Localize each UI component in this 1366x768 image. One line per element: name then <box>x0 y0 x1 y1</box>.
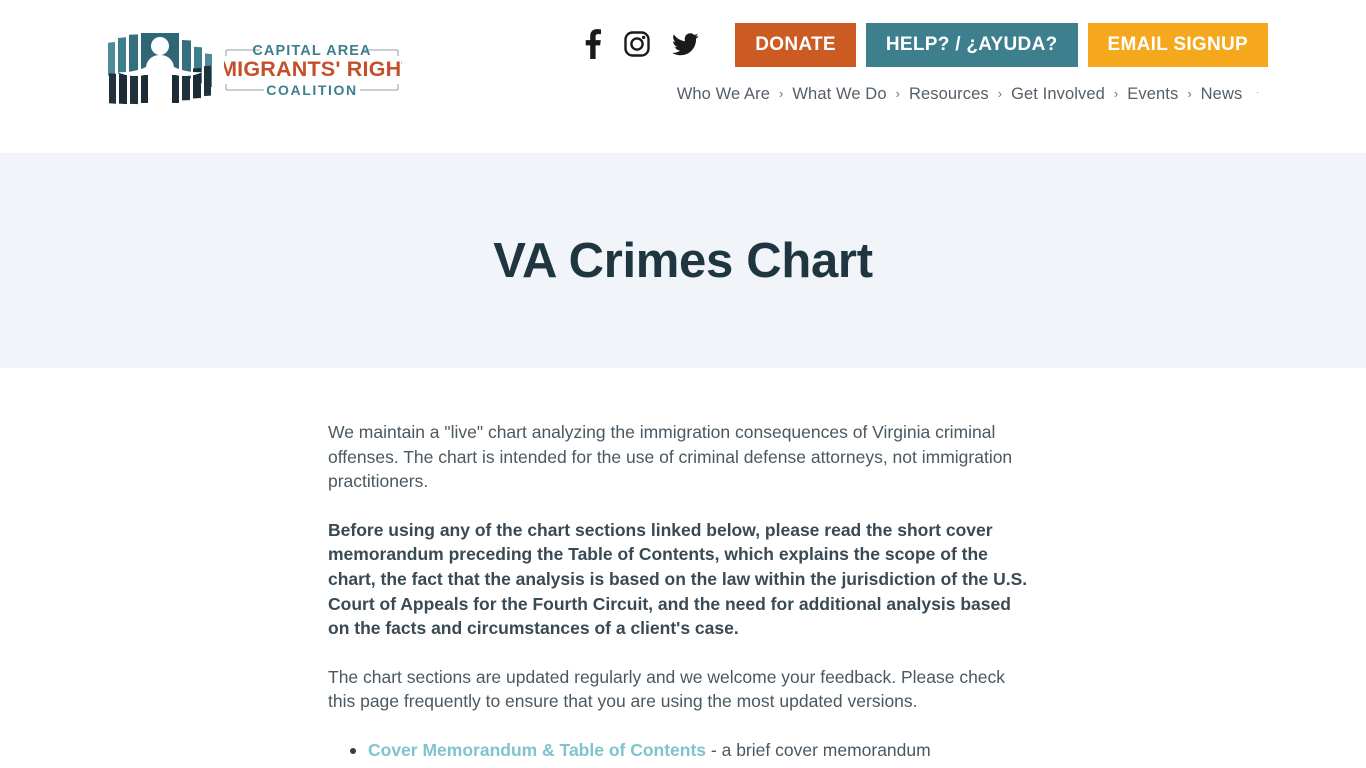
twitter-icon[interactable] <box>672 32 699 56</box>
nav-item-resources[interactable]: Resources <box>909 85 989 104</box>
nav-item-events[interactable]: Events <box>1127 85 1178 104</box>
logo-wordmark: CAPITAL AREA IMMIGRANTS' RIGHTS COALITIO… <box>224 43 402 98</box>
site-header: CAPITAL AREA IMMIGRANTS' RIGHTS COALITIO… <box>0 0 1366 153</box>
donate-button[interactable]: DONATE <box>735 23 856 67</box>
email-signup-button[interactable]: EMAIL SIGNUP <box>1087 23 1268 67</box>
nav-separator-clipped-icon: · <box>1256 87 1259 97</box>
update-paragraph: The chart sections are updated regularly… <box>328 666 1006 712</box>
main-navigation: Who We Are › What We Do › Resources › Ge… <box>677 85 1268 104</box>
list-item: Cover Memorandum & Table of Contents - a… <box>328 738 1028 763</box>
nav-item-get-involved[interactable]: Get Involved <box>1011 85 1105 104</box>
nav-item-what-we-do[interactable]: What We Do <box>792 85 886 104</box>
nav-item-news[interactable]: News <box>1201 85 1243 104</box>
instagram-icon[interactable] <box>624 31 650 57</box>
page-title: VA Crimes Chart <box>493 233 873 288</box>
hero-banner: VA Crimes Chart <box>0 153 1366 368</box>
help-ayuda-button[interactable]: HELP? / ¿AYUDA? <box>865 23 1078 67</box>
logo-line-3: COALITION <box>266 82 357 98</box>
header-right-cluster: DONATE HELP? / ¿AYUDA? EMAIL SIGNUP Who … <box>584 23 1268 104</box>
nav-separator-icon: › <box>997 86 1003 101</box>
notice-paragraph: Before using any of the chart sections l… <box>328 519 1028 639</box>
nav-item-who-we-are[interactable]: Who We Are <box>677 85 770 104</box>
logo-mark-icon <box>108 33 212 105</box>
list-item-description: - a brief cover memorandum <box>706 739 931 760</box>
nav-separator-icon: › <box>895 86 900 101</box>
page-content: We maintain a "live" chart analyzing the… <box>0 368 1366 763</box>
chart-sections-list: Cover Memorandum & Table of Contents - a… <box>328 738 1028 763</box>
social-links <box>584 29 699 61</box>
logo-line-2: IMMIGRANTS' RIGHTS <box>224 57 402 81</box>
facebook-icon[interactable] <box>584 29 602 59</box>
nav-separator-icon: › <box>1187 86 1192 101</box>
site-logo[interactable]: CAPITAL AREA IMMIGRANTS' RIGHTS COALITIO… <box>106 29 402 111</box>
cover-memorandum-link[interactable]: Cover Memorandum & Table of Contents <box>368 740 706 760</box>
nav-separator-icon: › <box>1113 86 1119 101</box>
header-actions-row: DONATE HELP? / ¿AYUDA? EMAIL SIGNUP <box>584 23 1268 67</box>
intro-paragraph: We maintain a "live" chart analyzing the… <box>328 422 1013 492</box>
nav-separator-icon: › <box>779 86 784 101</box>
